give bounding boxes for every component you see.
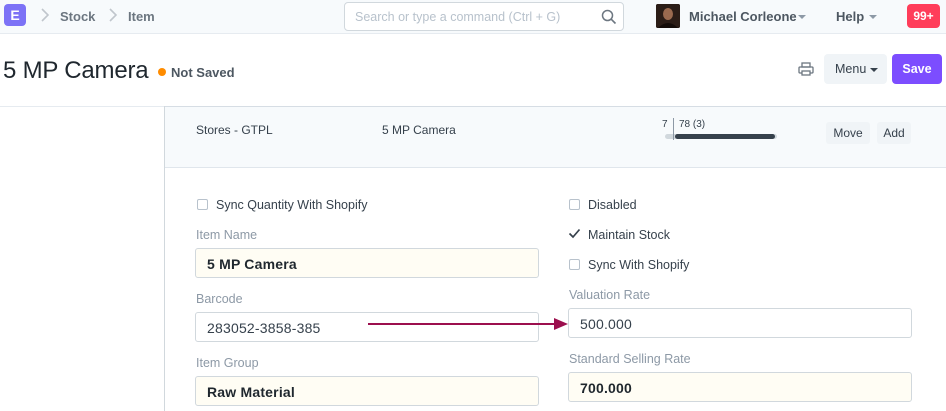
status-dot-icon bbox=[158, 68, 166, 76]
form-panel: Stores - GTPL 5 MP Camera 7 78 (3) Move … bbox=[164, 106, 946, 411]
divider bbox=[165, 106, 946, 107]
stock-levels-row: Stores - GTPL 5 MP Camera 7 78 (3) Move … bbox=[165, 106, 946, 168]
sync-qty-label: Sync Quantity With Shopify bbox=[216, 198, 368, 212]
search-icon bbox=[601, 9, 617, 25]
warehouse-name[interactable]: Stores - GTPL bbox=[196, 123, 273, 137]
reserved-qty: 7 bbox=[662, 119, 668, 130]
move-button[interactable]: Move bbox=[826, 122, 870, 144]
item-name-value: 5 MP Camera bbox=[207, 256, 297, 272]
help-menu[interactable]: Help bbox=[836, 9, 864, 24]
selling-rate-label: Standard Selling Rate bbox=[569, 352, 691, 366]
user-menu[interactable]: Michael Corleone bbox=[689, 9, 797, 24]
print-icon[interactable] bbox=[798, 62, 814, 76]
page-title: 5 MP Camera bbox=[3, 57, 149, 84]
avatar[interactable] bbox=[656, 4, 680, 28]
checkmark-icon[interactable] bbox=[568, 228, 581, 239]
valuation-rate-label: Valuation Rate bbox=[569, 288, 651, 302]
barcode-value: 283052-3858-385 bbox=[207, 320, 321, 336]
chevron-down-icon bbox=[869, 15, 877, 19]
sync-qty-checkbox[interactable] bbox=[197, 199, 208, 210]
chevron-right-icon bbox=[109, 8, 118, 22]
save-button[interactable]: Save bbox=[892, 54, 942, 84]
valuation-rate-value: 500.000 bbox=[580, 316, 633, 332]
breadcrumb-item[interactable]: Item bbox=[128, 9, 155, 24]
item-group-label: Item Group bbox=[196, 356, 259, 370]
chevron-down-icon bbox=[798, 15, 806, 19]
selling-rate-value: 700.000 bbox=[580, 380, 633, 396]
stock-bar-fill bbox=[675, 134, 775, 139]
selling-rate-field[interactable]: 700.000 bbox=[568, 372, 912, 402]
disabled-label: Disabled bbox=[588, 198, 637, 212]
menu-button-label: Menu bbox=[835, 62, 867, 76]
chevron-down-icon bbox=[870, 68, 878, 72]
add-button[interactable]: Add bbox=[877, 122, 911, 144]
breadcrumb-stock[interactable]: Stock bbox=[60, 9, 95, 24]
valuation-rate-field[interactable]: 500.000 bbox=[568, 308, 912, 338]
search-input[interactable]: Search or type a command (Ctrl + G) bbox=[344, 2, 624, 31]
maintain-stock-label: Maintain Stock bbox=[588, 228, 670, 242]
barcode-label: Barcode bbox=[196, 292, 243, 306]
sync-shopify-checkbox[interactable] bbox=[569, 259, 580, 270]
status-badge: Not Saved bbox=[171, 65, 235, 80]
sync-shopify-label: Sync With Shopify bbox=[588, 258, 690, 272]
item-name-field[interactable]: 5 MP Camera bbox=[195, 248, 539, 278]
item-group-value: Raw Material bbox=[207, 384, 295, 400]
stock-item-name: 5 MP Camera bbox=[382, 123, 456, 137]
chevron-right-icon bbox=[41, 8, 50, 22]
app-logo[interactable]: E bbox=[4, 4, 26, 26]
notifications-badge[interactable]: 99+ bbox=[907, 4, 940, 28]
item-group-field[interactable]: Raw Material bbox=[195, 376, 539, 406]
divider bbox=[673, 118, 674, 140]
user-photo-icon bbox=[656, 4, 680, 28]
disabled-checkbox[interactable] bbox=[569, 199, 580, 210]
search-placeholder: Search or type a command (Ctrl + G) bbox=[355, 10, 561, 24]
actual-qty: 78 (3) bbox=[679, 119, 706, 130]
navbar: E Stock Item Search or type a command (C… bbox=[0, 0, 946, 34]
item-name-label: Item Name bbox=[196, 228, 258, 242]
annotation-arrow-icon bbox=[368, 318, 568, 330]
menu-button[interactable]: Menu bbox=[824, 54, 887, 84]
